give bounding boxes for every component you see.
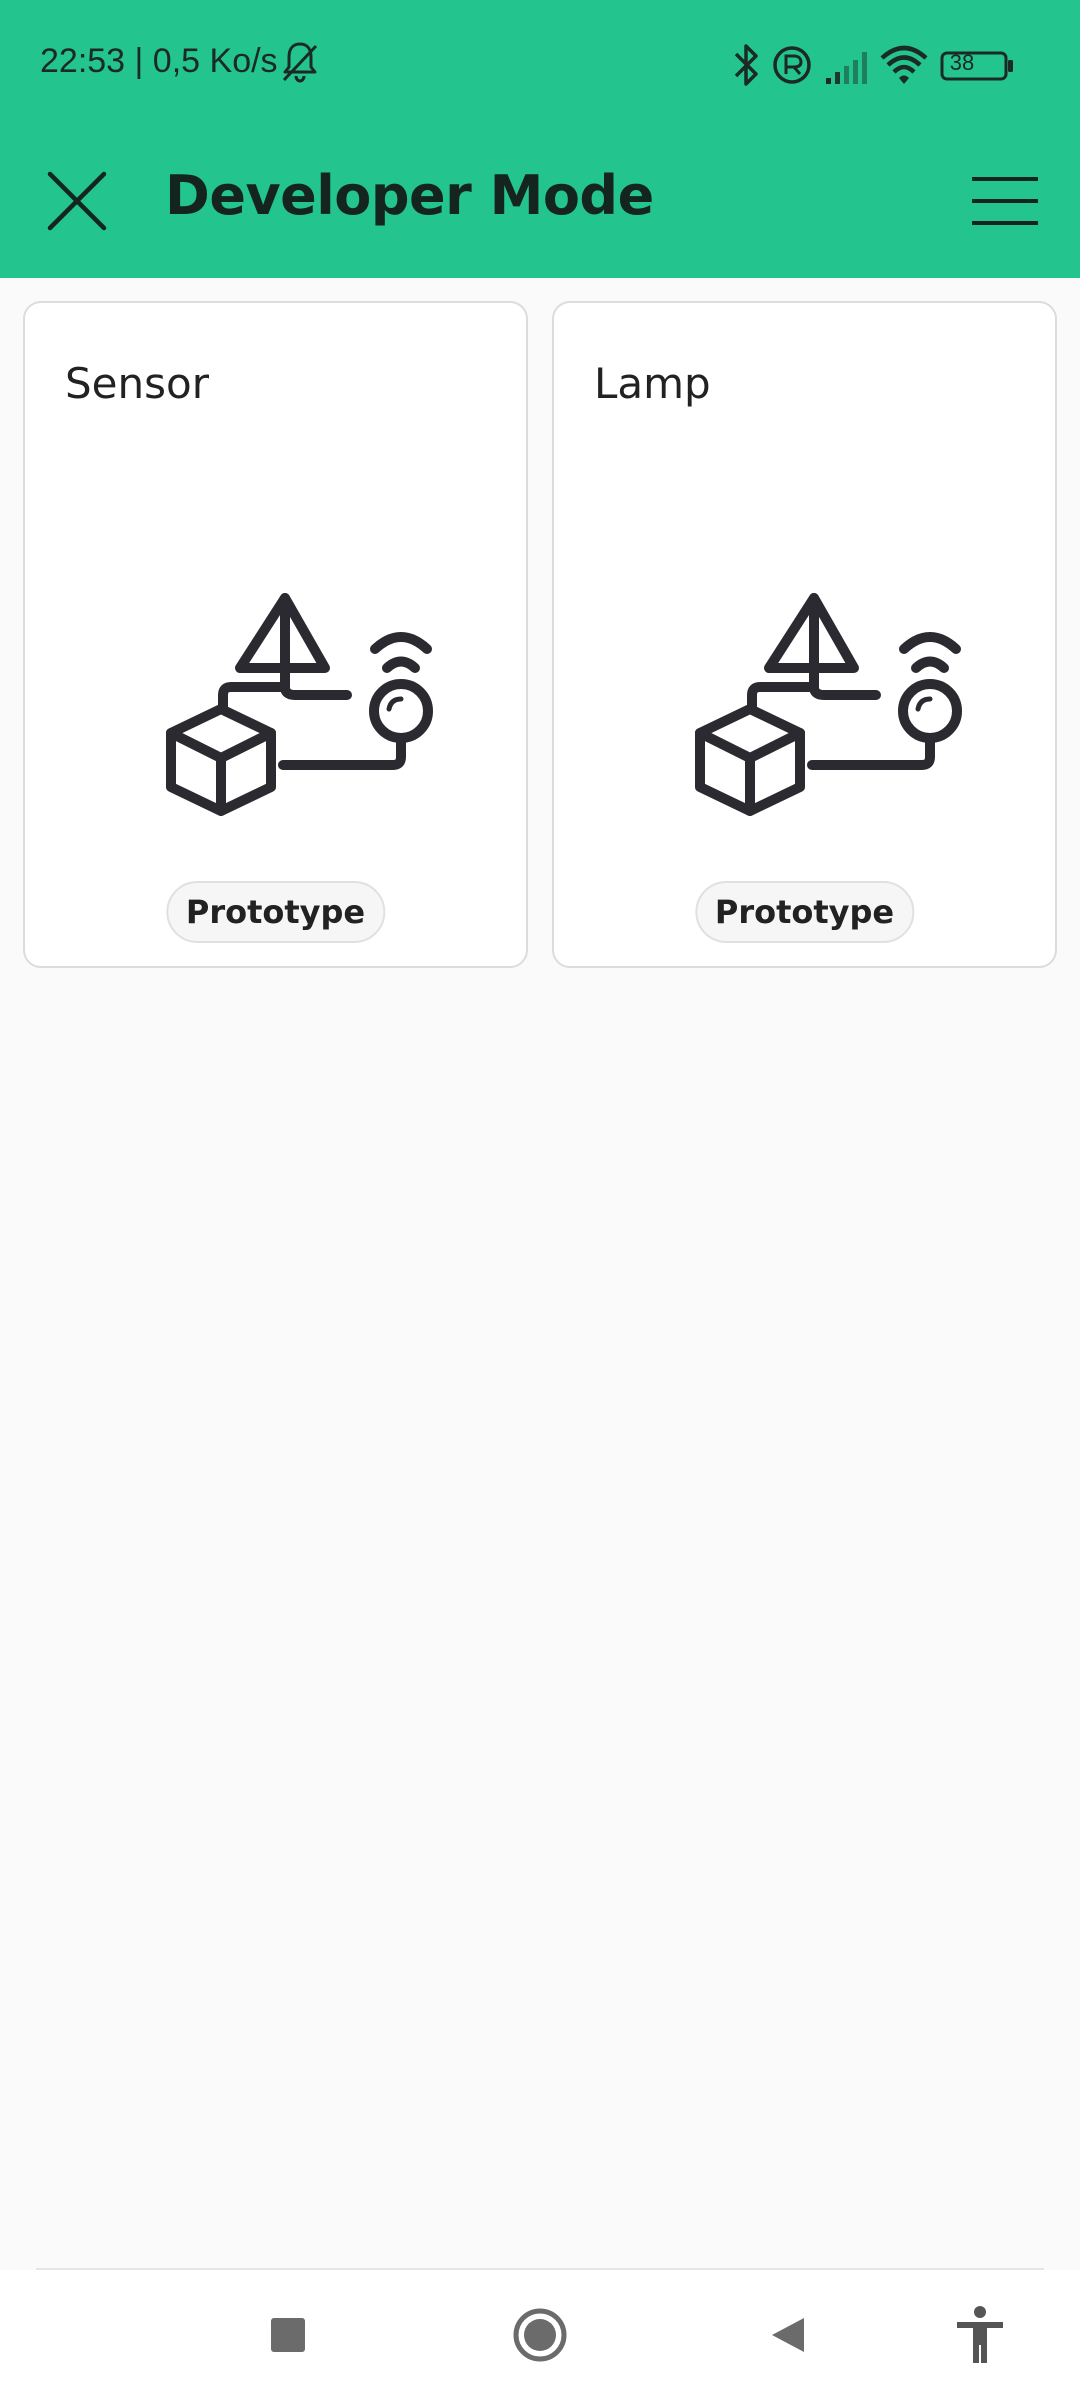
back-button[interactable] xyxy=(743,2290,833,2380)
device-grid: Sensor Prototype Lamp Prototype xyxy=(23,301,1057,968)
card-title: Lamp xyxy=(594,359,711,408)
home-button[interactable] xyxy=(495,2290,585,2380)
accessibility-icon xyxy=(957,2306,1003,2363)
menu-button[interactable] xyxy=(960,156,1050,246)
prototype-illustration-icon xyxy=(166,593,433,816)
status-time: 22:53 | 0,5 Ko/s xyxy=(40,42,278,80)
recents-button[interactable] xyxy=(243,2290,333,2380)
home-icon xyxy=(513,2308,567,2362)
status-badge: Prototype xyxy=(694,881,915,943)
prototype-illustration-icon xyxy=(695,593,962,816)
page-title: Developer Mode xyxy=(165,164,654,227)
system-nav-bar xyxy=(0,2270,1080,2400)
card-title: Sensor xyxy=(65,359,209,408)
status-badge: Prototype xyxy=(165,881,386,943)
back-icon xyxy=(772,2318,804,2352)
device-card-lamp[interactable]: Lamp Prototype xyxy=(552,301,1057,968)
accessibility-button[interactable] xyxy=(935,2290,1025,2380)
device-card-sensor[interactable]: Sensor Prototype xyxy=(23,301,528,968)
recents-icon xyxy=(271,2318,305,2352)
registered-icon xyxy=(773,46,811,84)
bluetooth-icon xyxy=(734,44,758,86)
wifi-icon xyxy=(880,45,928,84)
battery-level: 38 xyxy=(949,50,975,75)
menu-icon xyxy=(972,177,1038,225)
close-icon xyxy=(47,171,107,231)
bell-off-icon xyxy=(282,42,318,83)
app-bar: Developer Mode xyxy=(0,130,1080,278)
status-bar: 22:53 | 0,5 Ko/s 38 xyxy=(0,0,1080,130)
signal-icon xyxy=(826,52,867,84)
close-button[interactable] xyxy=(30,154,124,248)
